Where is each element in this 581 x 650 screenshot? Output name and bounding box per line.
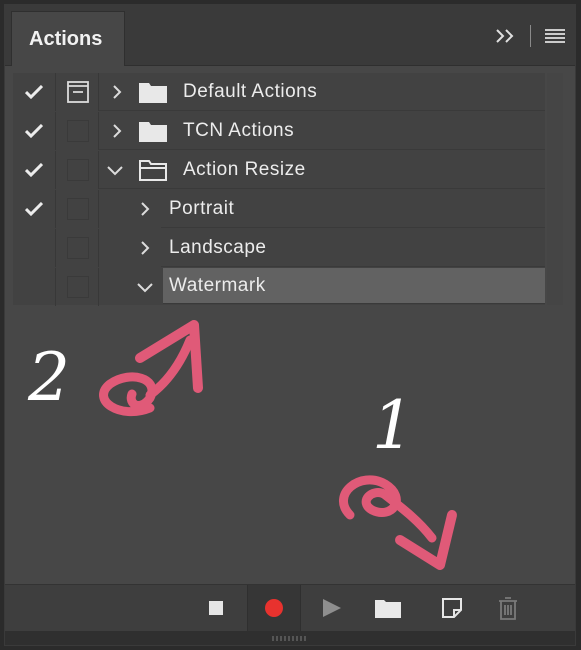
pink-arrow-to-new-action — [339, 475, 457, 570]
pink-arrow-to-list — [99, 320, 203, 417]
annotation-overlay: 2 1 — [27, 320, 457, 570]
annotation-number-2: 2 — [27, 339, 70, 416]
annotation-number-1: 1 — [372, 387, 414, 464]
